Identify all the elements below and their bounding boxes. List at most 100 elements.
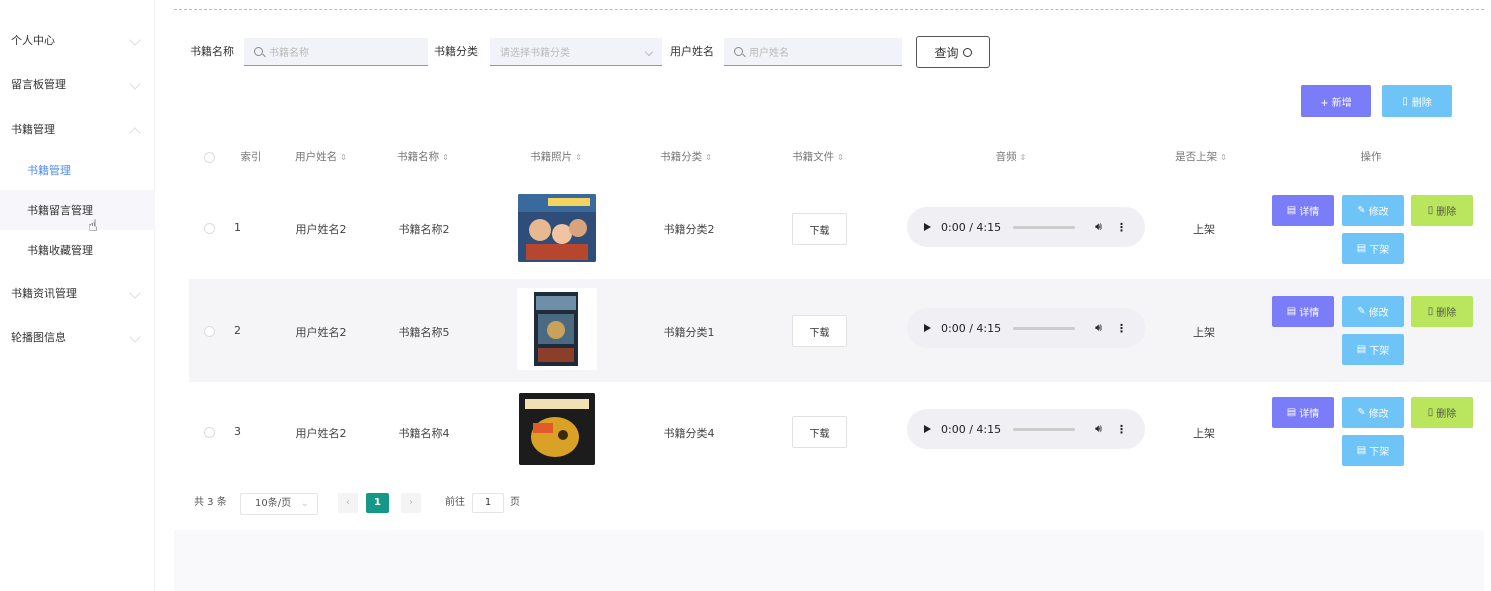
book-name-input[interactable]: 书籍名称 [244, 38, 428, 66]
audio-progress-bar[interactable] [1013, 225, 1076, 229]
user-name-label: 用户姓名 [670, 45, 714, 58]
row-checkbox[interactable] [204, 223, 215, 234]
volume-icon[interactable]: 🔊︎ [1095, 422, 1102, 436]
book-cover-art [519, 393, 595, 465]
audio-player[interactable]: 0:00 / 4:15 🔊︎ ⋮ [907, 409, 1145, 449]
delist-button[interactable]: ▤ 下架 [1342, 233, 1404, 264]
footer-area [174, 530, 1484, 591]
goto-page-input[interactable]: 1 [472, 493, 504, 513]
column-header-file[interactable]: 书籍文件 ⇕ [783, 148, 853, 166]
download-button[interactable]: 下载 [792, 213, 847, 245]
user-name-input[interactable]: 用户姓名 [724, 38, 902, 66]
prev-page-button[interactable]: ‹ [338, 493, 358, 513]
sidebar-item-message-board[interactable]: 留言板管理 [0, 64, 155, 104]
delist-button[interactable]: ▤ 下架 [1342, 435, 1404, 466]
column-header-label: 用户姓名 [295, 151, 338, 163]
download-button[interactable]: 下载 [792, 315, 847, 347]
hand-cursor-icon: ☝ [88, 216, 98, 235]
delist-label: 下架 [1369, 245, 1390, 256]
sidebar-subitem-book-management[interactable]: 书籍管理 [0, 150, 155, 190]
volume-icon[interactable]: 🔊︎ [1095, 321, 1102, 335]
row-checkbox[interactable] [204, 427, 215, 438]
page-size-select[interactable]: 10条/页 ⌄ [240, 493, 318, 515]
book-cover-art [534, 292, 578, 366]
delete-button[interactable]: ▯ 删除 [1411, 195, 1473, 226]
edit-button[interactable]: ✎ 修改 [1342, 397, 1404, 428]
sidebar-item-carousel[interactable]: 轮播图信息 [0, 317, 155, 357]
row-index: 2 [234, 324, 241, 337]
book-name-label: 书籍名称 [190, 45, 234, 58]
delist-button[interactable]: ▤ 下架 [1342, 334, 1404, 365]
more-vert-icon[interactable]: ⋮ [1116, 322, 1127, 335]
book-cover-art [518, 194, 596, 262]
add-button[interactable]: + 新增 [1301, 85, 1371, 117]
audio-progress-bar[interactable] [1013, 326, 1076, 330]
column-header-listed[interactable]: 是否上架 ⇕ [1166, 148, 1236, 166]
query-button-label: 查询 [934, 45, 959, 60]
column-header-label: 书籍文件 [792, 151, 835, 163]
row-user: 用户姓名2 [295, 223, 347, 236]
column-header-user[interactable]: 用户姓名 ⇕ [286, 148, 356, 166]
next-page-button[interactable]: › [401, 493, 421, 513]
sidebar-subitem-book-messages[interactable]: 书籍留言管理 [0, 190, 155, 230]
edit-button[interactable]: ✎ 修改 [1342, 195, 1404, 226]
page-number-current[interactable]: 1 [366, 493, 389, 513]
chevron-up-icon [129, 127, 141, 139]
sidebar-item-personal-center[interactable]: 个人中心 [0, 20, 155, 60]
sidebar-item-book-management[interactable]: 书籍管理 [0, 109, 155, 149]
play-icon[interactable] [924, 223, 931, 231]
delete-button[interactable]: ▯ 删除 [1411, 397, 1473, 428]
search-icon [962, 47, 972, 57]
edit-label: 修改 [1368, 409, 1389, 420]
row-index: 3 [234, 425, 241, 438]
book-name-placeholder: 书籍名称 [269, 48, 309, 59]
select-all-checkbox[interactable] [204, 152, 215, 163]
page-suffix: 页 [510, 497, 520, 508]
edit-button[interactable]: ✎ 修改 [1342, 296, 1404, 327]
delete-button[interactable]: ▯ 删除 [1411, 296, 1473, 327]
column-header-book-name[interactable]: 书籍名称 ⇕ [388, 148, 458, 166]
more-vert-icon[interactable]: ⋮ [1116, 221, 1127, 234]
query-button[interactable]: 查询 [916, 36, 990, 68]
sort-icon: ⇕ [705, 153, 712, 162]
sidebar-item-label: 书籍管理 [11, 123, 55, 136]
detail-button[interactable]: ▤ 详情 [1272, 296, 1334, 327]
play-icon[interactable] [924, 324, 931, 332]
trash-icon: ▯ [1427, 306, 1434, 317]
more-vert-icon[interactable]: ⋮ [1116, 423, 1127, 436]
row-listed: 上架 [1193, 326, 1215, 339]
row-listed: 上架 [1193, 427, 1215, 440]
batch-delete-button[interactable]: ▯ 删除 [1382, 85, 1452, 117]
category-select[interactable]: 请选择书籍分类 [490, 38, 662, 66]
sidebar-item-label: 轮播图信息 [11, 331, 66, 344]
column-header-photo[interactable]: 书籍照片 ⇕ [521, 148, 591, 166]
trash-icon: ▯ [1402, 95, 1408, 107]
sort-icon: ⇕ [1220, 153, 1227, 162]
sidebar-item-label: 书籍资讯管理 [11, 287, 77, 300]
page-size-value: 10条/页 [255, 498, 292, 509]
column-header-category[interactable]: 书籍分类 ⇕ [651, 148, 721, 166]
audio-player[interactable]: 0:00 / 4:15 🔊︎ ⋮ [907, 207, 1145, 247]
column-header-audio[interactable]: 音频 ⇕ [986, 148, 1036, 166]
goto-label: 前往 [445, 497, 465, 508]
sidebar-item-book-news[interactable]: 书籍资讯管理 [0, 273, 155, 313]
detail-button[interactable]: ▤ 详情 [1272, 195, 1334, 226]
audio-player[interactable]: 0:00 / 4:15 🔊︎ ⋮ [907, 308, 1145, 348]
audio-progress-bar[interactable] [1013, 427, 1076, 431]
delete-label: 删除 [1436, 207, 1457, 218]
sidebar-subitem-label: 书籍留言管理 [27, 204, 93, 217]
column-header-label: 书籍分类 [660, 151, 703, 163]
detail-button[interactable]: ▤ 详情 [1272, 397, 1334, 428]
table-row: 3 用户姓名2 书籍名称4 书籍分类4 下载 0:00 / 4:15 🔊︎ ⋮ … [189, 382, 1491, 485]
sidebar-subitem-book-favorites[interactable]: 书籍收藏管理 [0, 230, 155, 270]
download-button-label: 下载 [809, 225, 830, 237]
column-header-label: 音频 [995, 151, 1017, 163]
delist-label: 下架 [1369, 447, 1390, 458]
sort-icon: ⇕ [1019, 153, 1027, 162]
download-button[interactable]: 下载 [792, 416, 847, 448]
main-content: 书籍名称 书籍名称 书籍分类 请选择书籍分类 用户姓名 用户姓名 查询 + 新增… [156, 0, 1491, 591]
row-checkbox[interactable] [204, 326, 215, 337]
volume-icon[interactable]: 🔊︎ [1095, 220, 1102, 234]
sidebar-subitem-label: 书籍管理 [27, 164, 71, 177]
play-icon[interactable] [924, 425, 931, 433]
